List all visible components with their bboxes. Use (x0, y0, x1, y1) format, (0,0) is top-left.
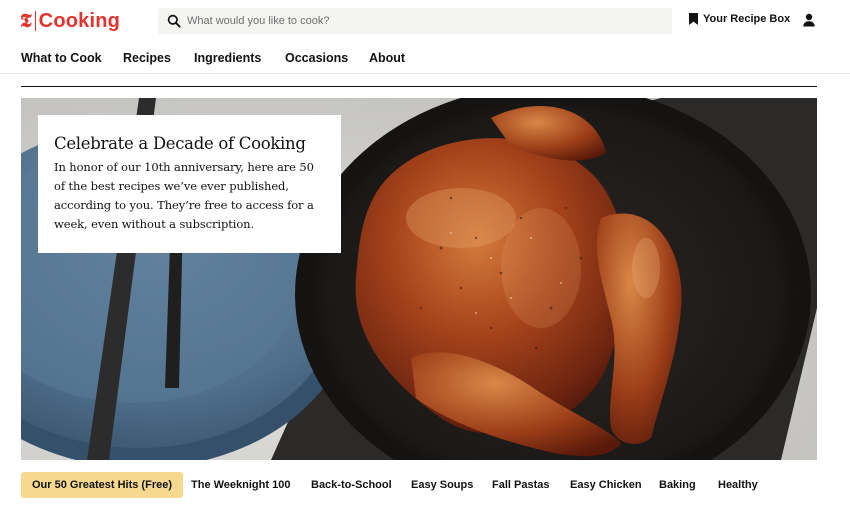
hero-card[interactable]: Celebrate a Decade of Cooking In honor o… (38, 115, 341, 253)
nav-item-about[interactable]: About (369, 51, 405, 65)
collection-tab-greatest-hits[interactable]: Our 50 Greatest Hits (Free) (21, 472, 183, 498)
nav-item-occasions[interactable]: Occasions (285, 51, 348, 65)
nav-item-what-to-cook[interactable]: What to Cook (21, 51, 102, 65)
collection-tabs: Our 50 Greatest Hits (Free) The Weeknigh… (21, 472, 831, 498)
collection-tab-healthy[interactable]: Healthy (718, 472, 758, 498)
logo-wordmark: Cooking (38, 9, 121, 32)
your-recipe-box-link[interactable]: Your Recipe Box (689, 13, 790, 25)
section-divider (21, 86, 817, 87)
collection-tab-weeknight-100[interactable]: The Weeknight 100 (191, 472, 290, 498)
search-icon[interactable] (167, 14, 181, 28)
logo-divider (34, 11, 36, 31)
nav-item-ingredients[interactable]: Ingredients (194, 51, 261, 65)
hero-description: In honor of our 10th anniversary, here a… (54, 160, 314, 231)
nyt-t-logo-icon: 𝕿 (20, 9, 32, 32)
recipe-box-label: Your Recipe Box (703, 13, 791, 25)
collection-tab-baking[interactable]: Baking (659, 472, 696, 498)
user-account-icon[interactable] (802, 13, 816, 27)
nyt-cooking-logo[interactable]: 𝕿 Cooking (20, 8, 120, 34)
collection-tab-easy-soups[interactable]: Easy Soups (411, 472, 473, 498)
collection-tab-easy-chicken[interactable]: Easy Chicken (570, 472, 642, 498)
collection-tab-back-to-school[interactable]: Back-to-School (311, 472, 392, 498)
hero-title: Celebrate a Decade of Cooking (54, 134, 306, 153)
nav-item-recipes[interactable]: Recipes (123, 51, 171, 65)
search-input[interactable] (187, 10, 657, 32)
search-bar[interactable] (158, 8, 672, 34)
collection-tab-fall-pastas[interactable]: Fall Pastas (492, 472, 549, 498)
main-nav: What to Cook Recipes Ingredients Occasio… (0, 42, 850, 74)
bookmark-icon (689, 13, 698, 25)
hero-banner[interactable]: Celebrate a Decade of Cooking In honor o… (21, 98, 817, 460)
site-header: 𝕿 Cooking Your Recipe Box (0, 0, 850, 42)
